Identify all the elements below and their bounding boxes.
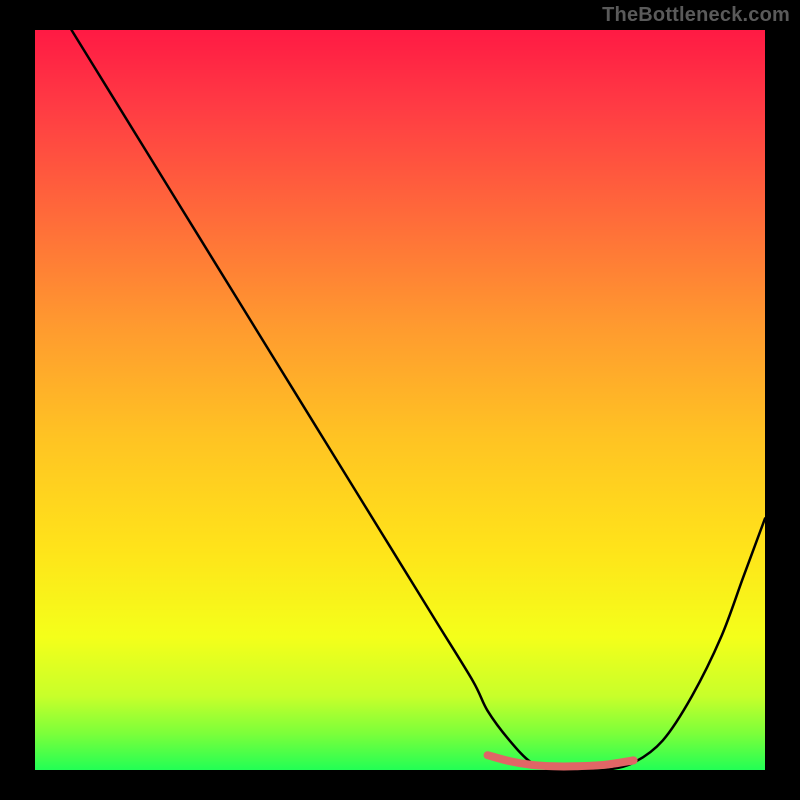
bottleneck-chart bbox=[0, 0, 800, 800]
watermark-text: TheBottleneck.com bbox=[602, 4, 790, 27]
plot-background bbox=[35, 30, 765, 770]
chart-root: TheBottleneck.com bbox=[0, 0, 800, 800]
